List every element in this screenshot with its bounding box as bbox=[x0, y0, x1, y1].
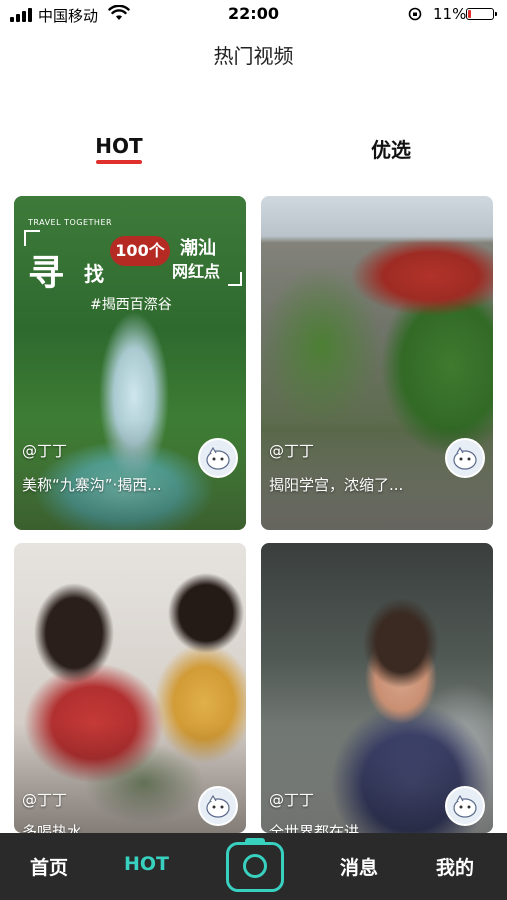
card-caption: 揭阳学宫，浓缩了... bbox=[269, 476, 404, 494]
avatar-cartoon-icon bbox=[206, 446, 230, 470]
card-caption: 美称“九寨沟”·揭西... bbox=[22, 476, 162, 494]
app-screen: 中国移动 22:00 11% 热门视频 HOT 优选 TRAVEL TOGETH… bbox=[0, 0, 507, 900]
promo-tagline: TRAVEL TOGETHER bbox=[28, 218, 113, 227]
avatar-cartoon-icon bbox=[453, 794, 477, 818]
promo-big-char: 寻 bbox=[28, 253, 65, 294]
battery-icon bbox=[466, 8, 497, 20]
avatar[interactable] bbox=[445, 786, 485, 826]
avatar-cartoon-icon bbox=[453, 446, 477, 470]
card-caption: 多喝热水 bbox=[22, 823, 83, 833]
nav-profile[interactable]: 我的 bbox=[436, 853, 474, 880]
battery-fill bbox=[468, 10, 471, 18]
promo-small-char: 找 bbox=[84, 262, 104, 286]
video-card[interactable]: TRAVEL TOGETHER 寻 找 100个 潮汕 网红点 #揭西百漈谷 @… bbox=[14, 196, 246, 530]
promo-hot-spot: 网红点 bbox=[172, 262, 221, 281]
bottom-nav: 首页 HOT 消息 我的 bbox=[0, 833, 507, 900]
nav-messages[interactable]: 消息 bbox=[340, 853, 378, 880]
clock: 22:00 bbox=[228, 4, 279, 23]
tab-hot[interactable]: HOT bbox=[92, 134, 146, 164]
video-card[interactable]: @丁丁 多喝热水 bbox=[14, 543, 246, 833]
battery-percent: 11% bbox=[433, 5, 467, 23]
card-caption: 全世界都在讲 bbox=[269, 823, 360, 833]
card-author[interactable]: @丁丁 bbox=[269, 440, 314, 461]
video-card[interactable]: @丁丁 全世界都在讲 bbox=[261, 543, 493, 833]
avatar[interactable] bbox=[198, 438, 238, 478]
rotation-lock-icon bbox=[408, 7, 422, 21]
promo-frame-corner bbox=[228, 272, 242, 286]
page-title: 热门视频 bbox=[213, 44, 294, 68]
avatar-cartoon-icon bbox=[206, 794, 230, 818]
card-author[interactable]: @丁丁 bbox=[22, 440, 67, 461]
avatar[interactable] bbox=[198, 786, 238, 826]
promo-place: #揭西百漈谷 bbox=[90, 297, 172, 313]
tab-hot-label: HOT bbox=[95, 134, 143, 158]
card-author[interactable]: @丁丁 bbox=[269, 789, 314, 810]
camera-icon[interactable] bbox=[226, 838, 284, 892]
camera-lens bbox=[243, 854, 267, 878]
video-card[interactable]: @丁丁 揭阳学宫，浓缩了... bbox=[261, 196, 493, 530]
tab-active-indicator bbox=[96, 160, 142, 164]
avatar[interactable] bbox=[445, 438, 485, 478]
status-bar: 中国移动 22:00 11% bbox=[0, 0, 507, 30]
nav-home[interactable]: 首页 bbox=[30, 853, 68, 880]
nav-hot[interactable]: HOT bbox=[124, 853, 169, 875]
promo-region: 潮汕 bbox=[180, 238, 216, 259]
promo-badge: 100个 bbox=[110, 236, 170, 266]
tab-featured-label: 优选 bbox=[371, 138, 411, 162]
card-author[interactable]: @丁丁 bbox=[22, 789, 67, 810]
tab-featured[interactable]: 优选 bbox=[364, 134, 418, 163]
